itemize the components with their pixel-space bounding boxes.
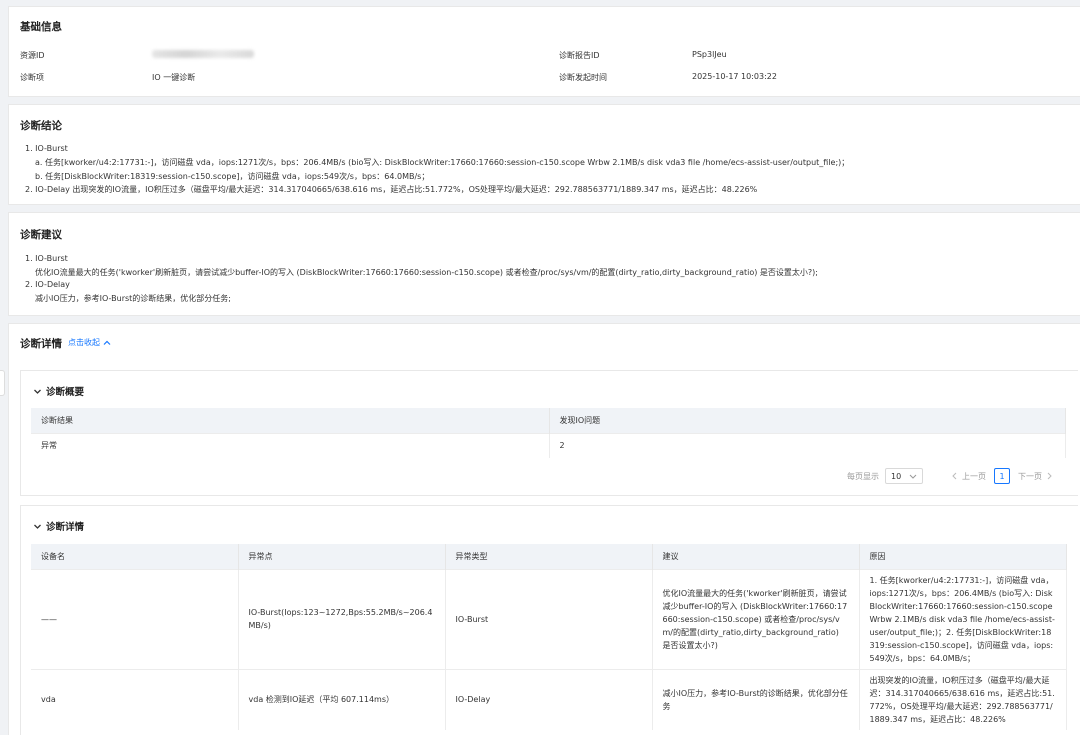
chevron-up-icon[interactable]	[103, 339, 111, 347]
diag-item-label: 诊断项	[20, 73, 44, 82]
diag-item-value: IO 一键诊断	[152, 73, 196, 82]
left-edge-tab[interactable]	[0, 370, 5, 396]
table-cell: 出现突发的IO流量，IO积压过多（磁盘平均/最大延迟：314.317040665…	[859, 668, 1067, 730]
table-cell: 1. 任务[kworker/u4:2:17731:-]，访问磁盘 vda，iop…	[859, 568, 1067, 669]
conclusion-line: 1. IO-Burst	[25, 144, 68, 153]
table-cell: 异常	[31, 432, 550, 458]
table-header: 原因	[859, 544, 1067, 569]
table-row: —— IO-Burst(Iops:123~1272,Bps:55.2MB/s~2…	[31, 568, 1067, 669]
detail-table: 设备名 异常点 异常类型 建议 原因 —— IO-Burst(Iops:123~…	[31, 544, 1067, 730]
advice-line: 优化IO流量最大的任务('kworker'刷新脏页，请尝试减少buffer-IO…	[35, 268, 818, 277]
table-header: 设备名	[31, 544, 239, 569]
per-page-select[interactable]: 10	[885, 468, 923, 484]
per-page-value: 10	[891, 471, 902, 481]
chevron-down-icon[interactable]	[33, 522, 42, 531]
report-id-value: PSp3lJeu	[692, 50, 727, 59]
conclusion-card: 诊断结论 1. IO-Burst a. 任务[kworker/u4:2:1773…	[8, 104, 1080, 205]
table-cell: 减小IO压力，参考IO-Burst的诊断结果，优化部分任务	[652, 668, 860, 730]
table-header: 发现IO问题	[549, 408, 1066, 433]
next-page-button[interactable]: 下一页	[1018, 471, 1053, 482]
table-cell: 2	[549, 432, 1066, 458]
table-cell: IO-Burst(Iops:123~1272,Bps:55.2MB/s~206.…	[238, 568, 446, 669]
table-row: 异常 2	[31, 432, 1066, 458]
diag-time-value: 2025-10-17 10:03:22	[692, 72, 777, 81]
summary-card: 诊断概要 诊断结果 发现IO问题 异常 2 每页显示 10 上一页 1 下一页	[20, 370, 1078, 496]
detail-header[interactable]: 诊断详情	[33, 519, 84, 533]
table-cell: vda	[31, 668, 239, 730]
summary-table: 诊断结果 发现IO问题 异常 2	[31, 408, 1066, 458]
conclusion-title: 诊断结论	[20, 120, 62, 132]
prev-page-button[interactable]: 上一页	[951, 471, 986, 482]
basic-info-title: 基础信息	[20, 21, 62, 33]
table-header: 异常点	[238, 544, 446, 569]
detail-card: 诊断详情 设备名 异常点 异常类型 建议 原因 —— IO-Burst(Iops…	[20, 505, 1078, 735]
advice-line: 2. IO-Delay	[25, 280, 70, 289]
chevron-right-icon	[1047, 472, 1052, 480]
table-cell: vda 检测到IO延迟（平均 607.114ms）	[238, 668, 446, 730]
conclusion-line: a. 任务[kworker/u4:2:17731:-]，访问磁盘 vda，iop…	[35, 158, 850, 167]
next-page-label: 下一页	[1018, 471, 1042, 481]
table-cell: IO-Delay	[445, 668, 653, 730]
resource-id-value-redacted	[152, 50, 254, 58]
per-page-label: 每页显示	[847, 471, 879, 481]
diag-time-label: 诊断发起时间	[559, 73, 607, 82]
basic-info-card: 基础信息 资源ID 诊断报告ID PSp3lJeu 诊断项 IO 一键诊断 诊断…	[8, 6, 1080, 97]
table-header: 建议	[652, 544, 860, 569]
detail-title: 诊断详情	[46, 522, 85, 533]
pagination: 每页显示 10 上一页 1 下一页	[847, 468, 1053, 484]
chevron-left-icon	[952, 472, 957, 480]
table-row: vda vda 检测到IO延迟（平均 607.114ms） IO-Delay 减…	[31, 668, 1067, 730]
collapse-toggle[interactable]: 点击收起	[68, 337, 111, 348]
table-header: 诊断结果	[31, 408, 550, 433]
report-id-label: 诊断报告ID	[559, 51, 600, 60]
details-title: 诊断详情	[20, 338, 62, 350]
table-cell: 优化IO流量最大的任务('kworker'刷新脏页，请尝试减少buffer-IO…	[652, 568, 860, 669]
advice-line: 减小IO压力，参考IO-Burst的诊断结果，优化部分任务;	[35, 294, 231, 303]
chevron-down-icon[interactable]	[33, 387, 42, 396]
page-number-button[interactable]: 1	[994, 468, 1010, 484]
summary-header[interactable]: 诊断概要	[33, 384, 84, 398]
resource-id-label: 资源ID	[20, 51, 45, 60]
advice-card: 诊断建议 1. IO-Burst 优化IO流量最大的任务('kworker'刷新…	[8, 212, 1080, 316]
table-header: 异常类型	[445, 544, 653, 569]
chevron-down-icon	[909, 474, 917, 479]
summary-title: 诊断概要	[46, 387, 85, 398]
advice-line: 1. IO-Burst	[25, 254, 68, 263]
conclusion-line: 2. IO-Delay 出现突发的IO流量，IO积压过多（磁盘平均/最大延迟：3…	[25, 185, 758, 194]
advice-title: 诊断建议	[20, 229, 62, 241]
table-cell: IO-Burst	[445, 568, 653, 669]
prev-page-label: 上一页	[962, 471, 986, 481]
conclusion-line: b. 任务[DiskBlockWriter:18319:session-c150…	[35, 172, 430, 181]
collapse-toggle-label[interactable]: 点击收起	[68, 337, 100, 348]
table-cell: ——	[31, 568, 239, 669]
